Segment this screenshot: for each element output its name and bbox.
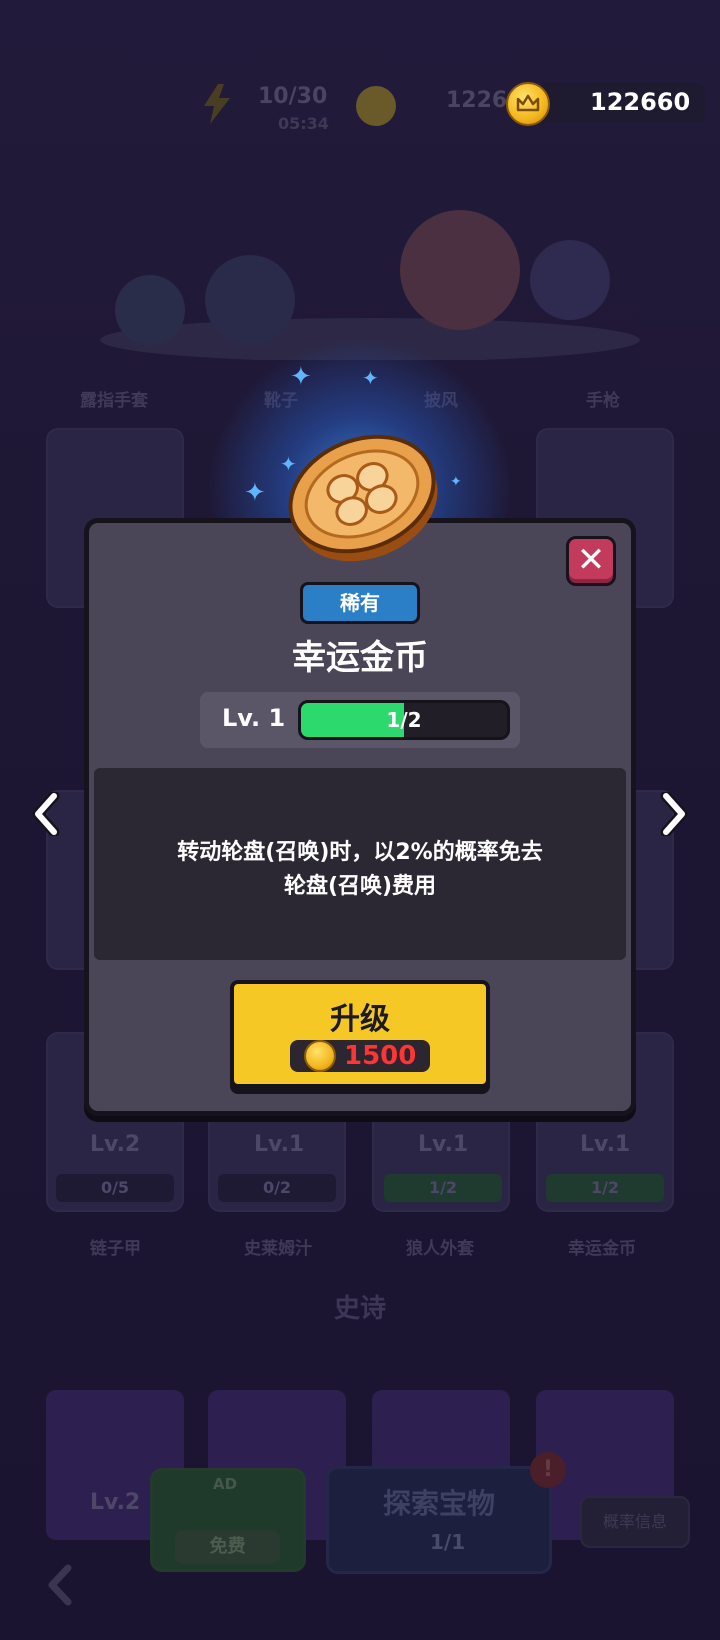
bg-name: 链子甲 bbox=[90, 1239, 141, 1259]
bg-label-gloves: 露指手套 bbox=[80, 391, 148, 411]
explore-title: 探索宝物 bbox=[382, 1487, 495, 1520]
lightning-icon bbox=[204, 84, 230, 124]
gold-coin-icon bbox=[506, 82, 550, 126]
description-line-1: 转动轮盘(召唤)时，以2%的概率免去 bbox=[177, 840, 543, 865]
back-arrow-icon bbox=[48, 1564, 72, 1606]
sparkle-icon: ✦ bbox=[450, 474, 462, 490]
explore-count: 1/1 bbox=[430, 1530, 466, 1554]
rarity-badge: 稀有 bbox=[300, 582, 420, 624]
bg-progress: 1/2 bbox=[384, 1174, 502, 1202]
epic-lv: Lv.2 bbox=[90, 1490, 141, 1515]
top-hud: 10/30 05:34 1226 122660 bbox=[0, 80, 720, 133]
sparkle-icon: ✦ bbox=[362, 366, 379, 390]
probability-info-button: 概率信息 bbox=[580, 1496, 690, 1548]
upgrade-label: 升级 bbox=[330, 1002, 390, 1037]
level-progress-bar: 1/2 bbox=[298, 700, 510, 740]
bg-progress: 1/2 bbox=[546, 1174, 664, 1202]
gold-count: 122660 bbox=[590, 88, 691, 116]
description-line-2: 轮盘(召唤)费用 bbox=[283, 874, 437, 899]
crown-emblem-icon bbox=[516, 94, 540, 112]
bg-name: 狼人外套 bbox=[406, 1239, 474, 1259]
bg-name: 幸运金币 bbox=[568, 1239, 636, 1259]
item-name: 幸运金币 bbox=[292, 638, 428, 678]
alert-icon: ! bbox=[530, 1452, 566, 1488]
sparkle-icon: ✦ bbox=[244, 478, 266, 508]
lucky-coin-icon bbox=[288, 434, 438, 562]
crown-count: 1226 bbox=[446, 88, 508, 113]
bg-label-pistol: 手枪 bbox=[586, 391, 620, 411]
bg-progress: 0/5 bbox=[56, 1174, 174, 1202]
ad-label: AD bbox=[213, 1475, 238, 1493]
close-button[interactable]: ✕ bbox=[566, 536, 616, 586]
energy-timer: 05:34 bbox=[278, 114, 329, 133]
bg-lv: Lv.1 bbox=[580, 1132, 631, 1157]
level-progress-text: 1/2 bbox=[386, 708, 422, 732]
section-title-epic: 史诗 bbox=[333, 1294, 386, 1324]
bg-lv: Lv.1 bbox=[254, 1132, 305, 1157]
bg-lv: Lv.1 bbox=[418, 1132, 469, 1157]
bg-lv: Lv.2 bbox=[90, 1132, 141, 1157]
sparkle-icon: ✦ bbox=[290, 362, 312, 392]
character-silhouettes bbox=[100, 210, 640, 360]
crown-icon bbox=[356, 86, 396, 126]
gold-coin-icon bbox=[304, 1040, 336, 1072]
upgrade-cost: 1500 bbox=[344, 1041, 417, 1071]
bg-name: 史莱姆汁 bbox=[244, 1239, 312, 1259]
free-label: 免费 bbox=[175, 1530, 280, 1564]
next-item-arrow-icon[interactable] bbox=[656, 792, 690, 836]
previous-item-arrow-icon[interactable] bbox=[30, 792, 64, 836]
level-text: Lv. 1 bbox=[222, 704, 286, 732]
bg-progress: 0/2 bbox=[218, 1174, 336, 1202]
energy-count: 10/30 bbox=[258, 84, 328, 109]
